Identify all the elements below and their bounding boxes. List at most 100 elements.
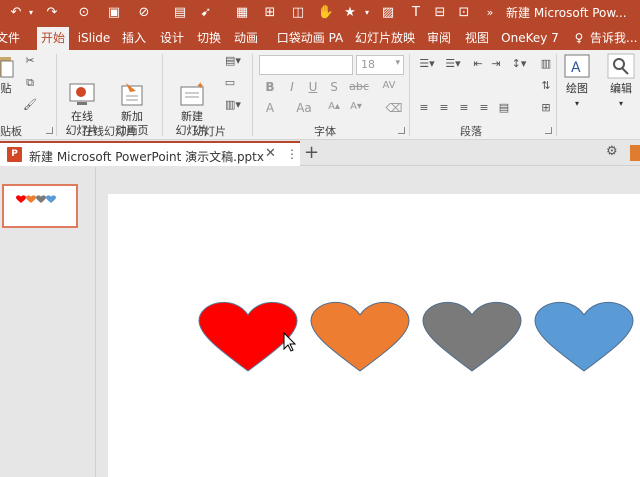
red-heart[interactable] bbox=[198, 301, 298, 372]
drawing-button[interactable]: A 绘图 ▾ bbox=[560, 53, 594, 111]
tab-pocket-animation[interactable]: 口袋动画 PA bbox=[274, 27, 346, 50]
reset-icon[interactable]: ▭ bbox=[222, 76, 238, 90]
powerpoint-file-icon: P bbox=[7, 147, 22, 162]
align-left-icon[interactable]: ≡ bbox=[416, 101, 432, 115]
paste-label: 贴 bbox=[0, 82, 12, 95]
lightbulb-icon: ♀ bbox=[574, 31, 584, 45]
table-icon[interactable]: ⊟ bbox=[432, 3, 448, 21]
undo-icon[interactable]: ↶ bbox=[8, 3, 24, 21]
align-right-icon[interactable]: ≡ bbox=[456, 101, 472, 115]
increase-indent-icon[interactable]: ⇥ bbox=[488, 57, 504, 71]
char-spacing-icon[interactable]: AV bbox=[377, 80, 401, 91]
align-center-icon[interactable]: ≡ bbox=[436, 101, 452, 115]
paste-button[interactable]: 贴 bbox=[0, 53, 16, 96]
font-name-input[interactable] bbox=[259, 55, 353, 75]
slide-thumbnail-pane bbox=[0, 167, 96, 477]
clipboard-launcher[interactable] bbox=[46, 127, 53, 134]
section-icon[interactable]: ▥▾ bbox=[222, 98, 244, 112]
shape-icon[interactable]: ▦ bbox=[234, 3, 250, 21]
window-title: 新建 Microsoft Pow... bbox=[506, 6, 627, 20]
thumbnail-blue-heart bbox=[46, 195, 56, 203]
more-icon[interactable]: » bbox=[484, 3, 496, 21]
smartart-icon[interactable]: ⊞ bbox=[538, 101, 554, 115]
tab-insert[interactable]: 插入 bbox=[119, 27, 149, 50]
font-size-dropdown-icon[interactable]: ▾ bbox=[395, 58, 400, 68]
increase-font-icon[interactable]: A▴ bbox=[325, 101, 343, 112]
new-animation-page-icon bbox=[118, 67, 146, 106]
tab-onekey[interactable]: OneKey 7 bbox=[501, 27, 559, 50]
bullets-icon[interactable]: ☰▾ bbox=[416, 57, 438, 71]
settings-icon[interactable]: ⚙ bbox=[606, 144, 618, 159]
strikethrough-button[interactable]: abc bbox=[347, 80, 371, 93]
orange-heart[interactable] bbox=[310, 301, 410, 372]
tab-review[interactable]: 审阅 bbox=[424, 27, 454, 50]
online-slides-group-label: 在线幻灯片 bbox=[82, 125, 137, 138]
clipboard-group-label: 贴板 bbox=[0, 125, 22, 138]
format-painter-brush-icon[interactable]: 🖌 bbox=[22, 98, 38, 112]
distributed-icon[interactable]: ▤ bbox=[496, 101, 512, 115]
tell-me-search[interactable]: 告诉我... bbox=[590, 27, 640, 50]
italic-button[interactable]: I bbox=[283, 80, 301, 94]
copy-icon[interactable]: ⧉ bbox=[22, 76, 38, 90]
text-icon[interactable]: T bbox=[408, 3, 424, 21]
save-icon[interactable]: ◫ bbox=[290, 3, 306, 21]
slide-thumbnail[interactable] bbox=[2, 184, 78, 228]
undo-dropdown-icon[interactable]: ▾ bbox=[26, 3, 36, 21]
text-direction-icon[interactable]: ⇅ bbox=[538, 79, 554, 93]
change-case-button[interactable]: Aa bbox=[291, 101, 317, 115]
tab-file[interactable]: 文件 bbox=[0, 27, 22, 50]
thumbnail-gray-heart bbox=[36, 195, 46, 203]
ribbon-icon[interactable]: ▤ bbox=[172, 3, 188, 21]
present-icon[interactable]: ⊙ bbox=[76, 3, 92, 21]
shadow-button[interactable]: S bbox=[325, 80, 343, 94]
paragraph-launcher[interactable] bbox=[545, 127, 552, 134]
decrease-font-icon[interactable]: A▾ bbox=[347, 101, 365, 112]
tab-transitions[interactable]: 切换 bbox=[194, 27, 224, 50]
search-icon bbox=[607, 53, 635, 79]
drawing-label: 绘图 bbox=[566, 82, 588, 95]
image-icon[interactable]: ▨ bbox=[380, 3, 396, 21]
drawing-icon: A bbox=[563, 53, 591, 79]
tab-home[interactable]: 开始 bbox=[37, 27, 69, 50]
underline-button[interactable]: U bbox=[304, 80, 322, 94]
editing-button[interactable]: 编辑 ▾ bbox=[604, 53, 638, 111]
side-panel-icon[interactable] bbox=[630, 145, 640, 161]
document-tab[interactable]: P 新建 Microsoft PowerPoint 演示文稿.pptx ✕ ⋮ bbox=[0, 141, 300, 166]
font-launcher[interactable] bbox=[398, 127, 405, 134]
gray-heart[interactable] bbox=[422, 301, 522, 372]
slides-group-label: 幻灯片 bbox=[193, 125, 226, 138]
star-icon[interactable]: ★ bbox=[342, 3, 358, 21]
tab-view[interactable]: 视图 bbox=[462, 27, 492, 50]
new-tab-icon[interactable]: + bbox=[304, 142, 319, 163]
font-color-button[interactable]: A bbox=[261, 101, 279, 115]
slide-shapes bbox=[198, 301, 634, 372]
tab-design[interactable]: 设计 bbox=[157, 27, 187, 50]
layout-icon[interactable]: ⊡ bbox=[456, 3, 472, 21]
decrease-indent-icon[interactable]: ⇤ bbox=[470, 57, 486, 71]
line-spacing-icon[interactable]: ↕▾ bbox=[508, 57, 530, 71]
layout-icon[interactable]: ▤▾ bbox=[222, 54, 244, 68]
ribbon-tabs: 文件 开始 iSlide 插入 设计 切换 动画 口袋动画 PA 幻灯片放映 审… bbox=[0, 24, 640, 50]
columns-icon[interactable]: ▥ bbox=[538, 57, 554, 71]
cut-icon[interactable]: ✂ bbox=[22, 54, 38, 68]
clear-format-icon[interactable]: ⌫ bbox=[385, 101, 403, 115]
draw-icon[interactable]: ➹ bbox=[198, 3, 214, 21]
device-icon[interactable]: ⊞ bbox=[262, 3, 278, 21]
font-size-input[interactable]: 18 ▾ bbox=[356, 55, 404, 75]
tab-animations[interactable]: 动画 bbox=[231, 27, 261, 50]
slide-canvas[interactable] bbox=[108, 194, 640, 477]
redo-icon[interactable]: ↷ bbox=[44, 3, 60, 21]
bold-button[interactable]: B bbox=[261, 80, 279, 94]
insert-icon[interactable]: ▣ bbox=[104, 3, 124, 21]
separator bbox=[56, 54, 57, 136]
blue-heart[interactable] bbox=[534, 301, 634, 372]
numbering-icon[interactable]: ☰▾ bbox=[442, 57, 464, 71]
tab-menu-icon[interactable]: ⋮ bbox=[286, 147, 298, 161]
close-tab-icon[interactable]: ✕ bbox=[265, 146, 276, 161]
format-painter-icon[interactable]: ⊘ bbox=[136, 3, 152, 21]
customize-dropdown-icon[interactable]: ▾ bbox=[362, 3, 372, 21]
tab-slideshow[interactable]: 幻灯片放映 bbox=[354, 27, 416, 50]
touch-icon[interactable]: ✋ bbox=[318, 3, 334, 21]
tab-islide[interactable]: iSlide bbox=[76, 27, 112, 50]
justify-icon[interactable]: ≡ bbox=[476, 101, 492, 115]
